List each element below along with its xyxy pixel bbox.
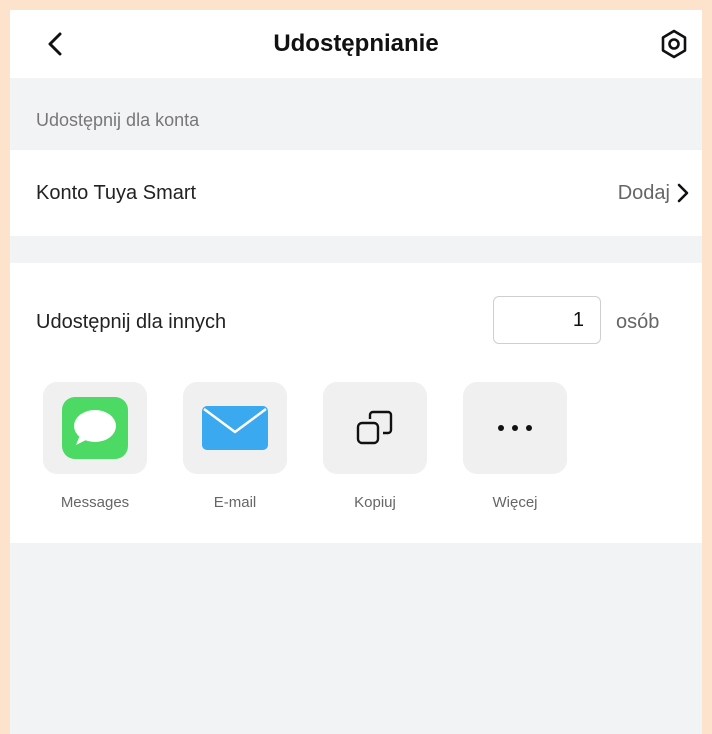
- app-label: Więcej: [492, 494, 538, 511]
- share-others-label: Udostępnij dla innych: [36, 311, 227, 333]
- more-options-button[interactable]: Więcej: [463, 382, 567, 511]
- app-tile: [183, 382, 287, 474]
- top-bar: Udostępnianie: [10, 10, 702, 78]
- settings-gear-icon: [661, 29, 687, 59]
- row-label: Konto Tuya Smart: [36, 182, 197, 204]
- mail-icon: [202, 406, 268, 450]
- copy-link-button[interactable]: Kopiuj: [323, 382, 427, 511]
- chevron-right-icon: [677, 183, 689, 203]
- app-label: E-mail: [213, 494, 257, 511]
- copy-icon: [356, 410, 393, 445]
- messages-icon: [62, 397, 128, 459]
- share-screen: Udostępnianie Udostępnij dla konta Konto…: [10, 10, 702, 734]
- tuya-account-row[interactable]: Konto Tuya Smart Dodaj: [10, 150, 702, 236]
- more-icon: [498, 425, 532, 431]
- app-tile: [323, 382, 427, 474]
- add-account-action[interactable]: Dodaj: [618, 150, 690, 236]
- app-tile: [43, 382, 147, 474]
- app-tile: [463, 382, 567, 474]
- people-count-unit: osób: [616, 311, 660, 333]
- back-button[interactable]: [36, 24, 76, 64]
- chevron-left-icon: [48, 32, 62, 56]
- add-label: Dodaj: [617, 181, 670, 204]
- people-count-input[interactable]: [493, 296, 601, 344]
- share-messages-button[interactable]: Messages: [43, 382, 147, 511]
- app-label: Messages: [60, 494, 130, 511]
- share-email-button[interactable]: E-mail: [183, 382, 287, 511]
- app-label: Kopiuj: [354, 494, 396, 511]
- settings-button[interactable]: [656, 26, 692, 62]
- page-title: Udostępnianie: [273, 30, 439, 57]
- section-label-account: Udostępnij dla konta: [36, 110, 200, 130]
